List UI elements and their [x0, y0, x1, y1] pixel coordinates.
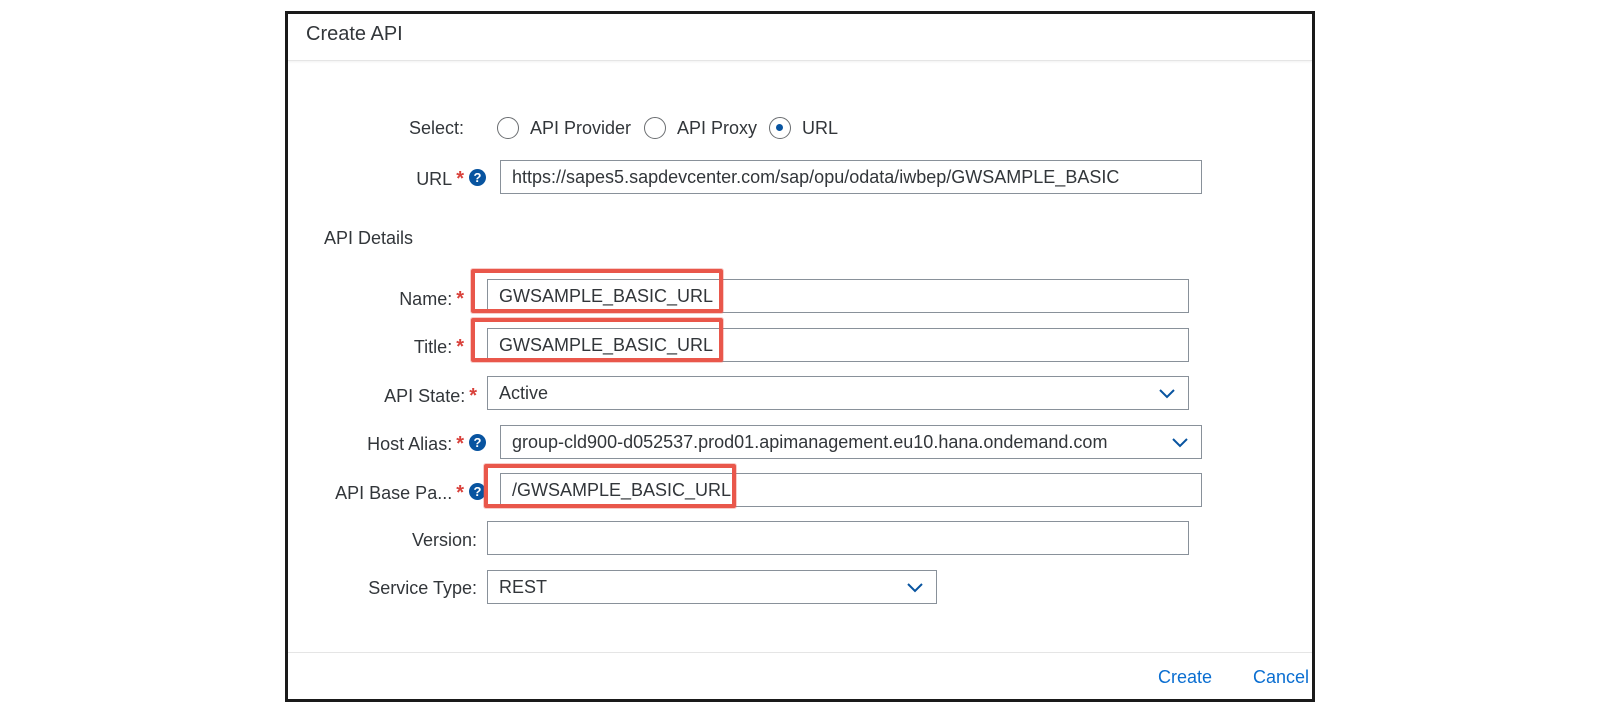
version-label: Version:: [411, 530, 477, 550]
chevron-down-icon[interactable]: [1158, 386, 1176, 400]
title-label: Title: *: [413, 336, 464, 358]
url-help-icon[interactable]: ?: [469, 169, 486, 186]
api-base-path-input[interactable]: /GWSAMPLE_BASIC_URL: [500, 473, 1202, 507]
version-input[interactable]: [487, 521, 1189, 555]
service-type-value: REST: [499, 577, 548, 597]
dialog-title: Create API: [306, 23, 403, 45]
name-input[interactable]: GWSAMPLE_BASIC_URL: [487, 279, 1189, 313]
api-base-path-help-icon[interactable]: ?: [469, 483, 486, 500]
api-state-select[interactable]: Active: [487, 376, 1189, 410]
chevron-down-icon[interactable]: [1171, 435, 1189, 449]
api-state-label: API State: *: [384, 385, 477, 407]
radio-url-label[interactable]: URL: [802, 118, 838, 139]
host-alias-select[interactable]: group-cld900-d052537.prod01.apimanagemen…: [500, 425, 1202, 459]
api-base-path-label: API Base Pa... *: [335, 482, 464, 504]
host-alias-help-icon[interactable]: ?: [469, 434, 486, 451]
api-state-value: Active: [499, 383, 549, 403]
radio-api-provider-label[interactable]: API Provider: [530, 118, 631, 139]
api-details-heading: API Details: [324, 228, 414, 248]
dialog-header: Create API: [288, 14, 1312, 61]
cancel-button[interactable]: Cancel: [1253, 667, 1309, 688]
radio-api-provider[interactable]: [497, 117, 519, 139]
service-type-label: Service Type:: [368, 578, 477, 598]
chevron-down-icon[interactable]: [906, 580, 924, 594]
create-button[interactable]: Create: [1158, 667, 1212, 688]
radio-api-proxy-label[interactable]: API Proxy: [677, 118, 757, 139]
dialog-footer: Create Cancel: [288, 652, 1312, 699]
radio-api-proxy[interactable]: [644, 117, 666, 139]
host-alias-value: group-cld900-d052537.prod01.apimanagemen…: [512, 432, 1108, 452]
host-alias-label: Host Alias: *: [367, 433, 464, 455]
radio-url[interactable]: [769, 117, 791, 139]
select-label: Select:: [408, 118, 464, 138]
name-label: Name: *: [399, 288, 464, 310]
title-input[interactable]: GWSAMPLE_BASIC_URL: [487, 328, 1189, 362]
url-label: URL *: [416, 168, 464, 190]
url-input[interactable]: https://sapes5.sapdevcenter.com/sap/opu/…: [500, 160, 1202, 194]
service-type-select[interactable]: REST: [487, 570, 937, 604]
create-api-dialog: Create API Select: API Provider API Prox…: [285, 11, 1315, 702]
